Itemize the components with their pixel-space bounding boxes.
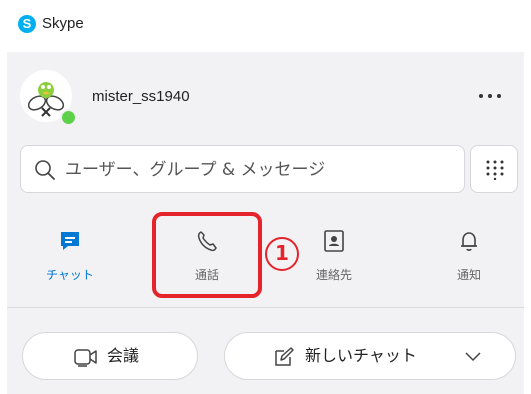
- new-chat-button-label: 新しいチャット: [305, 346, 417, 365]
- annotation-highlight-box: [152, 212, 262, 298]
- search-icon: [35, 160, 55, 180]
- app-title: Skype: [42, 15, 84, 32]
- dot-icon: [497, 94, 501, 98]
- profile-username[interactable]: mister_ss1940: [92, 87, 190, 107]
- skype-logo: S: [18, 15, 36, 33]
- contacts-icon: [324, 230, 344, 252]
- new-chat-button[interactable]: 新しいチャット: [224, 332, 516, 380]
- dot-icon: [479, 94, 483, 98]
- bell-icon: [461, 232, 477, 251]
- annotation-number-badge: 1: [265, 237, 299, 271]
- search-input[interactable]: ユーザー、グループ & メッセージ: [20, 145, 465, 193]
- meeting-button-label: 会議: [107, 346, 140, 365]
- video-camera-icon: [74, 349, 97, 367]
- more-options-button[interactable]: [470, 82, 510, 110]
- tab-contacts-label: 連絡先: [315, 268, 352, 282]
- title-bar: S Skype: [0, 0, 531, 52]
- dialpad-button[interactable]: [470, 145, 518, 193]
- tab-notifications[interactable]: 通知: [429, 225, 509, 295]
- chevron-down-icon: [465, 352, 481, 362]
- dot-icon: [488, 94, 492, 98]
- divider: [7, 307, 524, 308]
- tab-chat[interactable]: チャット: [30, 225, 110, 295]
- tab-contacts[interactable]: 連絡先: [294, 225, 374, 295]
- compose-icon: [275, 347, 294, 366]
- dialpad-icon: [486, 160, 504, 180]
- presence-indicator: [60, 109, 77, 126]
- tab-notifications-label: 通知: [456, 268, 481, 282]
- tab-chat-label: チャット: [46, 268, 94, 282]
- chat-icon: [61, 232, 79, 250]
- search-placeholder: ユーザー、グループ & メッセージ: [65, 160, 326, 180]
- meeting-button[interactable]: 会議: [22, 332, 198, 380]
